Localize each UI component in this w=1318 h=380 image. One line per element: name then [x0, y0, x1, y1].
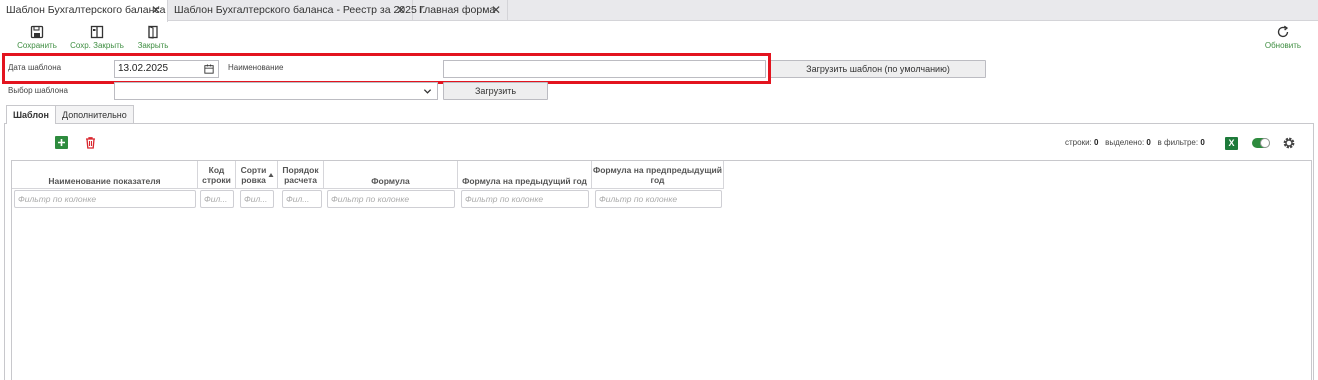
sort-asc-icon — [268, 172, 273, 177]
selected-count: 0 — [1146, 138, 1151, 147]
toggle-knob — [1260, 138, 1270, 148]
filter-label: в фильтре: — [1157, 138, 1199, 147]
excel-export-button[interactable]: X — [1225, 137, 1238, 150]
tab-additional[interactable]: Дополнительно — [55, 105, 134, 123]
choose-template-select[interactable] — [114, 82, 438, 100]
filter-formula[interactable]: Фильтр по колонке — [327, 190, 455, 208]
filter-row-code[interactable]: Фил... — [200, 190, 234, 208]
tab-main-form[interactable]: Главная форма ✕ — [413, 0, 508, 21]
gear-icon[interactable] — [1282, 136, 1296, 150]
tab-label: Шаблон Бухгалтерского баланса - Реестр з… — [174, 4, 426, 16]
tab-balance-template[interactable]: Шаблон Бухгалтерского баланса ✕ — [0, 0, 168, 22]
filter-formula-prev-prev-year[interactable]: Фильтр по колонке — [595, 190, 722, 208]
save-close-button[interactable]: Сохр. Закрыть — [69, 25, 125, 50]
selected-label: выделено: — [1105, 138, 1145, 147]
tab-balance-registry[interactable]: Шаблон Бухгалтерского баланса - Реестр з… — [168, 0, 425, 21]
plus-icon — [58, 139, 65, 146]
close-icon[interactable]: ✕ — [151, 0, 161, 21]
close-icon[interactable]: ✕ — [396, 0, 406, 21]
refresh-button[interactable]: Обновить — [1262, 25, 1304, 50]
chevron-down-icon — [423, 89, 432, 94]
tab-label: Главная форма — [419, 4, 496, 16]
tab-label: Шаблон Бухгалтерского баланса — [6, 4, 166, 16]
column-header-formula[interactable]: Формула — [324, 161, 458, 189]
save-close-icon — [90, 25, 104, 39]
filter-indicator-name[interactable]: Фильтр по колонке — [14, 190, 196, 208]
save-button[interactable]: Сохранить — [16, 25, 58, 50]
column-header-formula-prev-prev-year[interactable]: Формула на предпредыдущий год — [592, 161, 724, 189]
delete-row-button[interactable] — [84, 136, 97, 149]
filter-sort[interactable]: Фил... — [240, 190, 274, 208]
column-header-row-code[interactable]: Код строки — [198, 161, 236, 189]
grid-stats: строки: 0 выделено: 0 в фильтре: 0 — [1065, 138, 1205, 147]
document-tab-bar: Шаблон Бухгалтерского баланса ✕ Шаблон Б… — [0, 0, 1318, 22]
column-header-sort-label: Сорти ровка — [240, 164, 267, 185]
column-header-formula-prev-year[interactable]: Формула на предыдущий год — [458, 161, 592, 189]
refresh-icon — [1277, 25, 1289, 38]
tab-template[interactable]: Шаблон — [6, 105, 56, 124]
trash-icon — [86, 137, 95, 149]
toggle-switch[interactable] — [1252, 138, 1270, 148]
choose-template-label: Выбор шаблона — [8, 86, 68, 95]
save-icon — [30, 25, 44, 39]
filter-calc-order[interactable]: Фил... — [282, 190, 322, 208]
load-button[interactable]: Загрузить — [443, 82, 548, 100]
load-default-template-button[interactable]: Загрузить шаблон (по умолчанию) — [770, 60, 986, 78]
column-header-calc-order[interactable]: Порядок расчета — [278, 161, 324, 189]
close-button[interactable]: Закрыть — [135, 25, 171, 50]
close-label: Закрыть — [137, 41, 169, 50]
save-label: Сохранить — [17, 41, 57, 50]
filter-count: 0 — [1200, 138, 1205, 147]
close-icon[interactable]: ✕ — [491, 0, 501, 21]
rows-count: 0 — [1094, 138, 1099, 147]
save-close-label: Сохр. Закрыть — [70, 41, 124, 50]
add-row-button[interactable] — [55, 136, 68, 149]
excel-icon: X — [1228, 138, 1235, 148]
column-header-indicator-name[interactable]: Наименование показателя — [12, 161, 198, 189]
rows-label: строки: — [1065, 138, 1092, 147]
door-icon — [148, 25, 158, 39]
column-header-sort[interactable]: Сорти ровка — [236, 161, 278, 189]
refresh-label: Обновить — [1264, 41, 1302, 50]
filter-formula-prev-year[interactable]: Фильтр по колонке — [461, 190, 589, 208]
highlight-box — [2, 53, 771, 84]
